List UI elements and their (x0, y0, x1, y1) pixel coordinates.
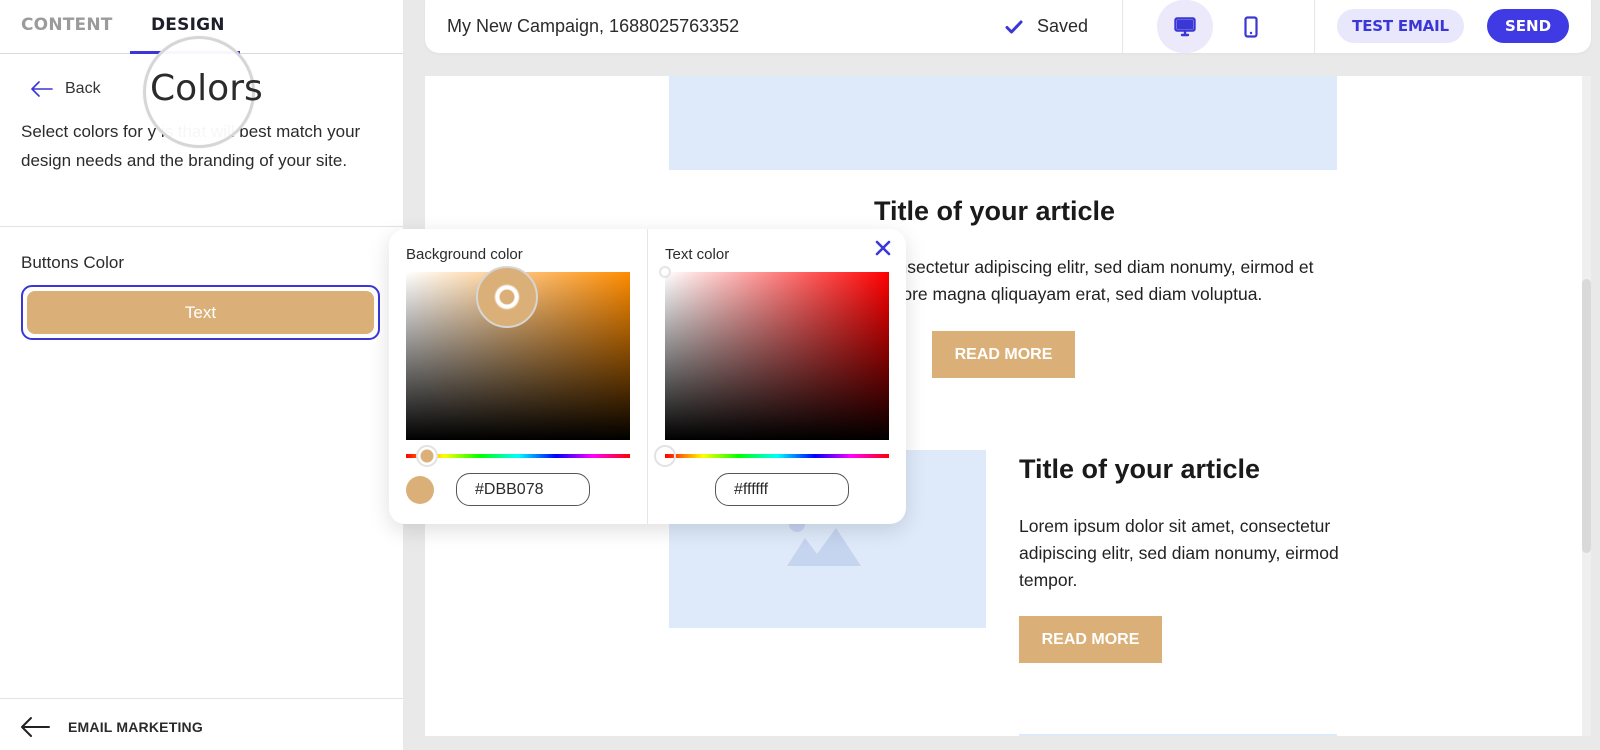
buttons-color-label: Buttons Color (21, 253, 124, 272)
background-saturation-area[interactable] (406, 266, 630, 440)
save-status: Saved (1005, 16, 1088, 37)
image-placeholder[interactable] (1019, 734, 1337, 736)
color-picker-popover: Background color Text color (389, 229, 906, 524)
read-more-button[interactable]: READ MORE (1019, 616, 1162, 663)
check-icon (1005, 20, 1023, 33)
email-marketing-link[interactable]: EMAIL MARKETING (20, 716, 203, 738)
text-hue-slider[interactable] (654, 445, 889, 467)
section-divider (0, 226, 403, 227)
editor-header: My New Campaign, 1688025763352 Saved TES… (425, 0, 1591, 53)
article-title[interactable]: Title of your article (1019, 454, 1260, 485)
tab-design[interactable]: DESIGN (151, 15, 225, 35)
background-hue-handle[interactable] (416, 445, 438, 467)
mobile-view-button[interactable] (1223, 0, 1279, 53)
text-saturation-area[interactable] (659, 266, 889, 440)
text-color-handle[interactable] (659, 266, 671, 278)
article-body[interactable]: Lorem ipsum dolor sit amet, consectetur … (1019, 513, 1339, 594)
monitor-icon (1174, 16, 1196, 36)
picker-divider (647, 229, 648, 524)
smartphone-icon (1244, 15, 1258, 38)
header-divider (1314, 0, 1315, 53)
canvas-scrollbar-thumb[interactable] (1582, 279, 1591, 553)
desktop-view-button[interactable] (1157, 0, 1213, 53)
save-status-label: Saved (1037, 16, 1089, 36)
footer-divider (0, 698, 403, 699)
test-email-button[interactable]: TEST EMAIL (1337, 9, 1464, 43)
image-placeholder[interactable] (669, 76, 1337, 170)
article-body[interactable]: consectetur adipiscing elitr, sed diam n… (879, 254, 1339, 308)
background-hue-slider[interactable] (406, 445, 630, 467)
button-preview: Text (27, 291, 374, 334)
back-label: Back (65, 80, 101, 97)
tab-content[interactable]: CONTENT (21, 15, 113, 35)
email-marketing-label: EMAIL MARKETING (68, 719, 203, 735)
buttons-color-selector[interactable]: Text (21, 285, 380, 340)
background-color-handle[interactable] (476, 266, 538, 328)
arrow-left-icon (31, 81, 53, 97)
text-hex-input[interactable] (715, 473, 849, 506)
back-button[interactable]: Back (31, 80, 101, 98)
background-color-label: Background color (406, 246, 523, 263)
page-title: Colors (150, 68, 263, 109)
campaign-name[interactable]: My New Campaign, 1688025763352 (447, 16, 739, 37)
background-hex-input[interactable] (456, 473, 590, 506)
text-hue-handle[interactable] (654, 445, 676, 467)
design-panel: CONTENT DESIGN Back Select colors for y … (0, 0, 403, 750)
header-divider (1122, 0, 1123, 53)
text-color-label: Text color (665, 246, 730, 263)
arrow-left-icon (21, 717, 50, 737)
article-title[interactable]: Title of your article (874, 196, 1115, 227)
read-more-button[interactable]: READ MORE (932, 331, 1075, 378)
close-icon[interactable] (874, 239, 892, 257)
send-button[interactable]: SEND (1487, 9, 1569, 43)
background-color-swatch (406, 476, 434, 504)
